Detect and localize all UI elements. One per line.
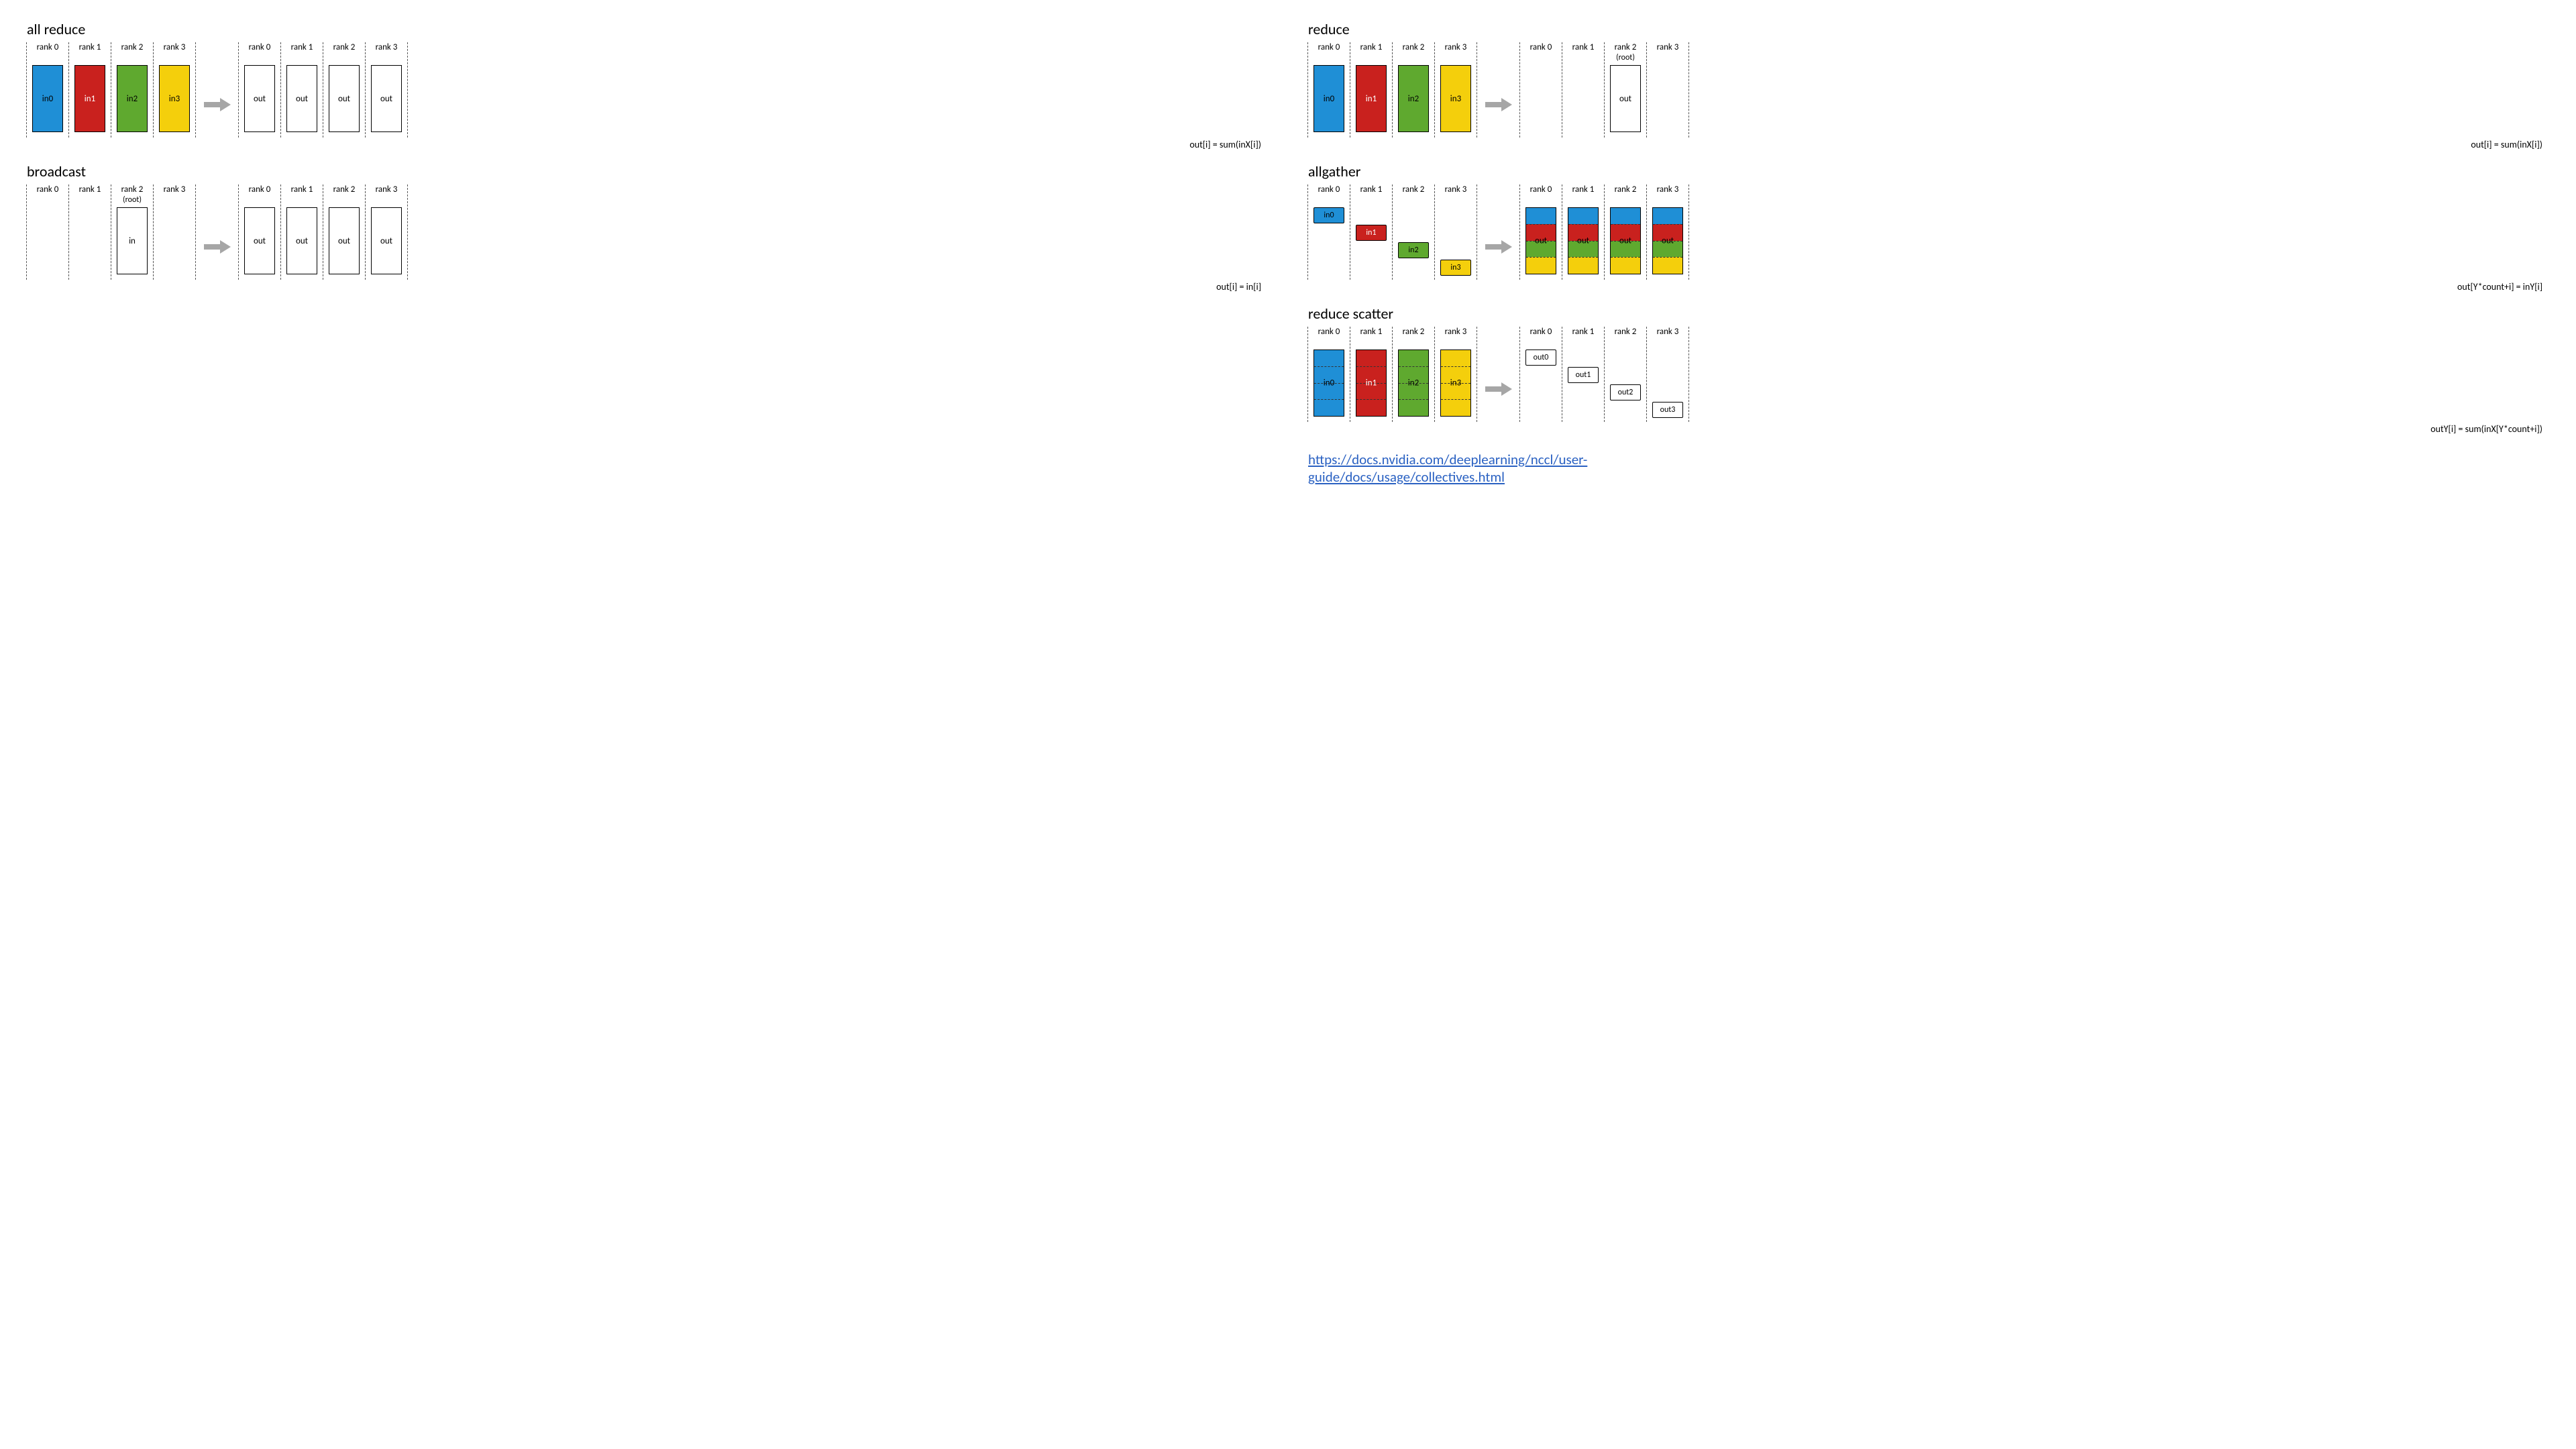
out-box: out	[371, 65, 402, 132]
arrow-icon	[1485, 240, 1512, 254]
in3-box: in3	[159, 65, 190, 132]
in0-chunk: in0	[1313, 207, 1344, 223]
section-reducescatter: reduce scatter rank 0in0 rank 1in1 rank …	[1308, 305, 2549, 435]
in1-box: in1	[1356, 65, 1387, 132]
out2-chunk: out2	[1610, 384, 1641, 400]
allgather-inputs: rank 0in0 rank 1in1 rank 2in2 rank 3in3	[1308, 184, 1477, 280]
allreduce-inputs: rank 0in0 rank 1in1 rank 2in2 rank 3in3	[27, 42, 196, 138]
reduce-outputs: rank 0 rank 1 rank 2(root)out rank 3	[1520, 42, 1689, 138]
out0-chunk: out0	[1525, 350, 1556, 366]
broadcast-outputs: rank 0out rank 1out rank 2out rank 3out	[239, 184, 408, 280]
in2-box: in2	[1398, 65, 1429, 132]
arrow-icon	[1485, 98, 1512, 111]
formula-reduce: out[i] = sum(inX[i])	[1308, 139, 2549, 150]
in-box: in	[117, 207, 148, 274]
out-box: out	[244, 207, 275, 274]
reducescatter-outputs: rank 0out0 rank 1out1 rank 2out2 rank 3o…	[1520, 327, 1689, 422]
formula-allreduce: out[i] = sum(inX[i])	[27, 139, 1268, 150]
title-broadcast: broadcast	[27, 162, 1268, 180]
formula-reducescatter: outY[i] = sum(inX[Y*count+i])	[1308, 423, 2549, 435]
formula-allgather: out[Y*count+i] = inY[i]	[1308, 281, 2549, 292]
allreduce-outputs: rank 0out rank 1out rank 2out rank 3out	[239, 42, 408, 138]
out1-chunk: out1	[1568, 367, 1599, 383]
in2-seg: in2	[1398, 350, 1429, 417]
arrow-icon	[204, 98, 231, 111]
in1-chunk: in1	[1356, 225, 1387, 241]
title-reduce: reduce	[1308, 20, 2549, 38]
nccl-docs-link[interactable]: https://docs.nvidia.com/deeplearning/ncc…	[1308, 451, 1587, 486]
section-allgather: allgather rank 0in0 rank 1in1 rank 2in2 …	[1308, 162, 2549, 292]
arrow-icon	[1485, 382, 1512, 396]
title-allreduce: all reduce	[27, 20, 1268, 38]
out-box: out	[371, 207, 402, 274]
out-box: out	[244, 65, 275, 132]
out3-chunk: out3	[1652, 402, 1683, 418]
out-stack: out	[1610, 207, 1641, 274]
arrow-icon	[204, 240, 231, 254]
in2-chunk: in2	[1398, 242, 1429, 258]
section-allreduce: all reduce rank 0in0 rank 1in1 rank 2in2…	[27, 20, 1268, 150]
out-stack: out	[1652, 207, 1683, 274]
out-stack: out	[1525, 207, 1556, 274]
in1-box: in1	[74, 65, 105, 132]
formula-broadcast: out[i] = in[i]	[27, 281, 1268, 292]
in3-seg: in3	[1440, 350, 1471, 417]
section-reduce: reduce rank 0in0 rank 1in1 rank 2in2 ran…	[1308, 20, 2549, 150]
out-box: out	[329, 207, 360, 274]
title-reducescatter: reduce scatter	[1308, 305, 2549, 323]
in0-box: in0	[1313, 65, 1344, 132]
out-box: out	[1610, 65, 1641, 132]
reducescatter-inputs: rank 0in0 rank 1in1 rank 2in2 rank 3in3	[1308, 327, 1477, 422]
in0-box: in0	[32, 65, 63, 132]
out-box: out	[329, 65, 360, 132]
allgather-outputs: rank 0out rank 1out rank 2out rank 3out	[1520, 184, 1689, 280]
source-link[interactable]: https://docs.nvidia.com/deeplearning/ncc…	[1308, 451, 2549, 486]
out-box: out	[286, 207, 317, 274]
in2-box: in2	[117, 65, 148, 132]
out-box: out	[286, 65, 317, 132]
in3-box: in3	[1440, 65, 1471, 132]
title-allgather: allgather	[1308, 162, 2549, 180]
reduce-inputs: rank 0in0 rank 1in1 rank 2in2 rank 3in3	[1308, 42, 1477, 138]
in1-seg: in1	[1356, 350, 1387, 417]
in3-chunk: in3	[1440, 260, 1471, 276]
out-stack: out	[1568, 207, 1599, 274]
in0-seg: in0	[1313, 350, 1344, 417]
section-broadcast: broadcast rank 0 rank 1 rank 2(root)in r…	[27, 162, 1268, 292]
broadcast-inputs: rank 0 rank 1 rank 2(root)in rank 3	[27, 184, 196, 280]
